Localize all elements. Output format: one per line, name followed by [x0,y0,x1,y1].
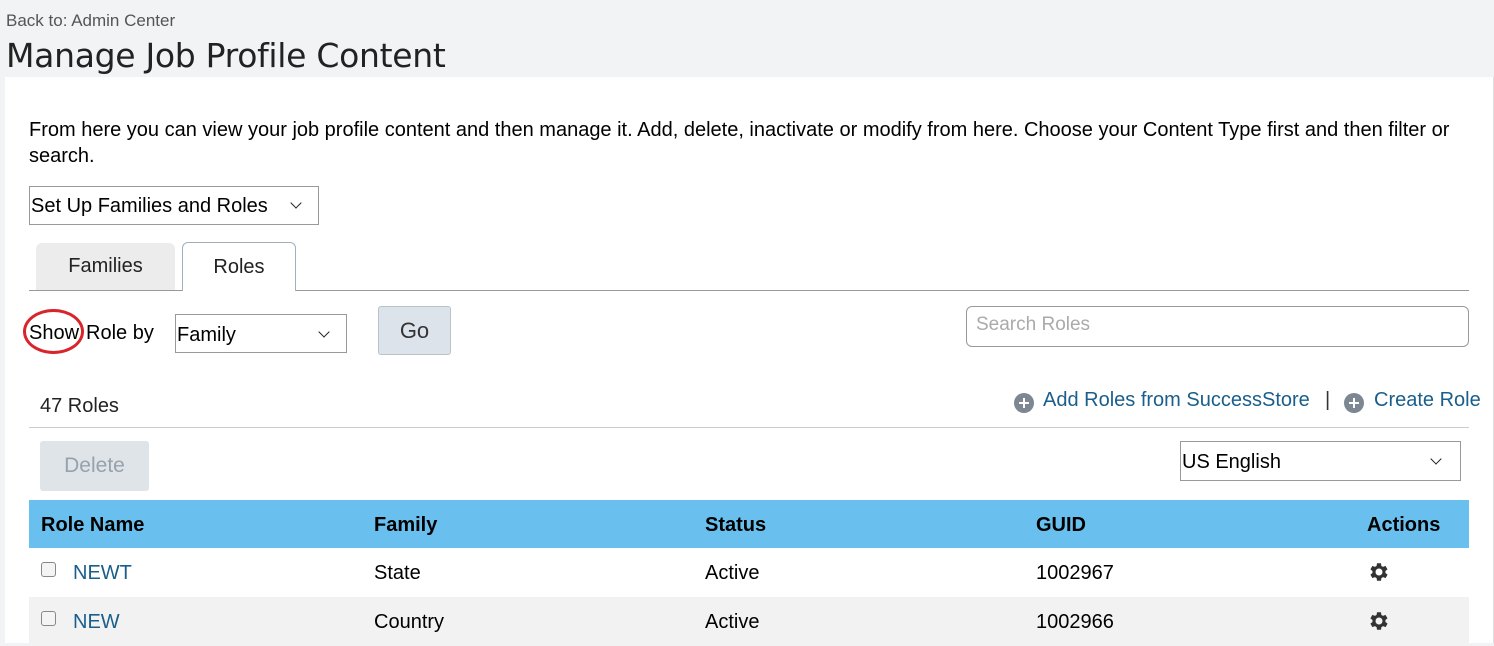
family-cell: Country [374,611,445,633]
add-circle-icon[interactable] [1014,393,1034,413]
tab-families[interactable]: Families [36,243,175,290]
column-header-guid[interactable]: GUID [1036,514,1086,537]
table-header: Role Name Family Status GUID Actions [29,500,1469,548]
content-type-value: Set Up Families and Roles [31,195,268,217]
search-roles-input[interactable]: Search Roles [966,306,1469,347]
role-name-link[interactable]: NEWT [73,562,132,585]
add-roles-from-successstore-link[interactable]: Add Roles from SuccessStore [1043,389,1310,412]
tab-roles[interactable]: Roles [182,242,296,291]
role-name-link[interactable]: NEW [73,611,120,634]
go-button[interactable]: Go [378,306,451,355]
guid-cell: 1002966 [1036,611,1114,633]
roles-table: Role Name Family Status GUID Actions NEW… [29,500,1469,646]
back-to-admin-center-link[interactable]: Back to: Admin Center [6,11,175,31]
role-by-value: Family [177,324,236,346]
column-header-role-name[interactable]: Role Name [41,514,144,537]
column-header-family[interactable]: Family [374,514,437,537]
section-divider [29,427,1469,428]
delete-button[interactable]: Delete [40,441,149,491]
add-circle-icon[interactable] [1344,393,1364,413]
content-type-select[interactable]: Set Up Families and Roles [29,186,319,225]
guid-cell: 1002967 [1036,562,1114,584]
table-row: NEWT State Active 1002967 [29,548,1469,597]
intro-text: From here you can view your job profile … [29,119,1450,167]
chevron-down-icon [290,197,302,209]
row-checkbox[interactable] [41,611,56,626]
language-value: US English [1182,451,1281,473]
role-by-label: Role by [86,322,154,344]
column-header-actions: Actions [1367,514,1441,536]
chevron-down-icon [318,326,330,338]
gear-icon[interactable] [1367,560,1391,584]
gear-icon[interactable] [1367,609,1391,633]
annotation-circle [23,309,84,354]
table-row: NEW Country Active 1002966 [29,597,1469,646]
language-select[interactable]: US English [1180,441,1461,481]
row-checkbox[interactable] [41,562,56,577]
roles-count: 47 Roles [40,395,119,417]
family-cell: State [374,562,421,584]
page-title: Manage Job Profile Content [6,36,446,75]
create-role-link[interactable]: Create Role [1374,389,1481,412]
role-by-select[interactable]: Family [175,314,347,353]
chevron-down-icon [1430,453,1442,465]
link-separator: | [1325,389,1331,411]
column-header-status[interactable]: Status [705,514,766,537]
status-cell: Active [705,562,760,584]
status-cell: Active [705,611,760,633]
